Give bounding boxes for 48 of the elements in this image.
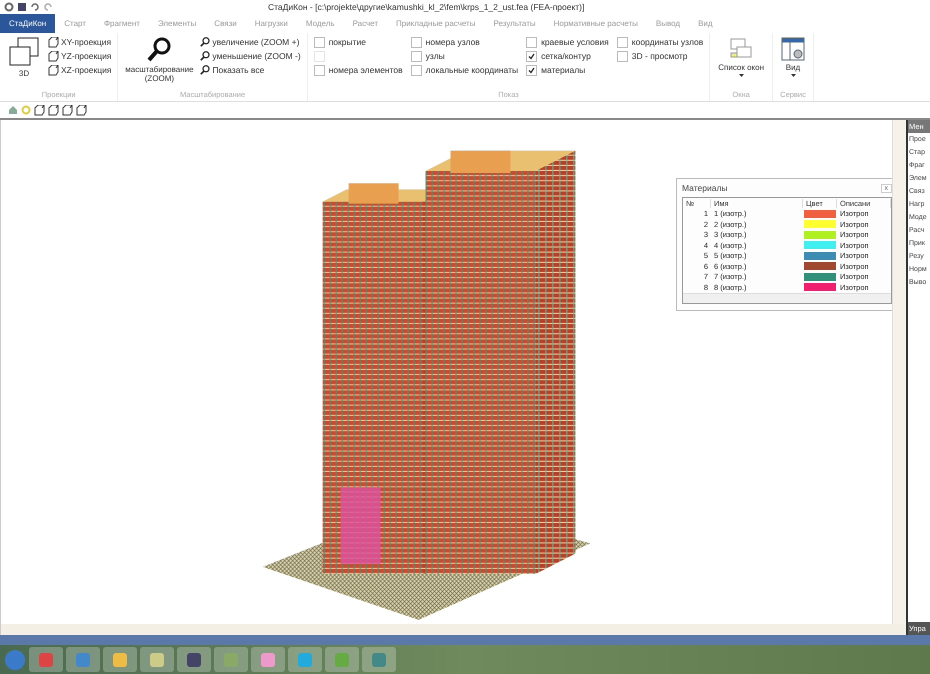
layout-icon[interactable] xyxy=(781,37,805,61)
checkbox-option[interactable]: узлы xyxy=(410,49,518,63)
save-icon[interactable] xyxy=(17,2,27,12)
cube-icon[interactable] xyxy=(48,64,59,76)
checkbox-option[interactable]: номера узлов xyxy=(410,35,518,49)
cube-icon[interactable] xyxy=(76,104,87,116)
checkbox-option[interactable]: локальные координаты xyxy=(410,63,518,77)
search-icon[interactable] xyxy=(146,37,172,63)
checkbox-option[interactable]: сетка/контур xyxy=(526,49,609,63)
cube-icon[interactable] xyxy=(48,104,59,116)
app-icon[interactable] xyxy=(149,652,165,668)
checkbox-option[interactable]: 3D - просмотр xyxy=(616,49,704,63)
app-icon[interactable] xyxy=(112,652,128,668)
zoom-fit-icon[interactable] xyxy=(200,65,210,75)
ribbon-button[interactable]: XY-проекция xyxy=(48,35,112,49)
ribbon-button[interactable]: увеличение (ZOOM +) xyxy=(200,35,301,49)
checkbox-option[interactable]: координаты узлов xyxy=(616,35,704,49)
zoom-out-icon[interactable] xyxy=(200,51,210,61)
cube-icon[interactable] xyxy=(34,104,45,116)
vertical-scrollbar[interactable] xyxy=(892,120,906,624)
ribbon-button[interactable]: XZ-проекция xyxy=(48,63,112,77)
app-icon[interactable] xyxy=(260,652,276,668)
app-icon[interactable] xyxy=(186,652,202,668)
frames-icon[interactable] xyxy=(8,37,40,67)
window-title: СтаДиКон - [c:\projekte\другие\kamushki_kl_2\fem\krps_1_2_ust.fea (FEA-проект)] xyxy=(268,2,584,12)
ribbon-button[interactable]: уменьшение (ZOOM -) xyxy=(200,49,301,63)
checkbox-option[interactable]: материалы xyxy=(526,63,609,77)
horizontal-scrollbar[interactable] xyxy=(683,292,891,302)
cube-icon[interactable] xyxy=(62,104,73,116)
ribbon-button[interactable]: Показать все xyxy=(200,63,301,77)
home-icon[interactable] xyxy=(8,105,18,115)
ribbon-button[interactable]: масштабирование (ZOOM) xyxy=(124,35,194,85)
ribbon-button[interactable]: Вид xyxy=(779,35,807,79)
checkbox-option[interactable]: номера элементов xyxy=(314,63,403,77)
undo-icon[interactable] xyxy=(30,2,40,12)
panel-title: Материалы xyxy=(682,183,728,193)
cube-icon[interactable] xyxy=(48,36,59,48)
ribbon-tab[interactable]: СтаДиКон xyxy=(0,14,56,33)
app-icon[interactable] xyxy=(371,652,387,668)
checkbox-option[interactable]: краевые условия xyxy=(526,35,609,49)
ribbon-button[interactable]: Список окон xyxy=(716,35,766,79)
zoom-in-icon[interactable] xyxy=(200,37,210,47)
checkbox-option[interactable]: покрытие xyxy=(314,35,403,49)
start-icon[interactable] xyxy=(4,648,26,670)
ribbon-button[interactable]: 3D xyxy=(6,35,42,80)
cube-icon[interactable] xyxy=(48,50,59,62)
horizontal-scrollbar[interactable] xyxy=(1,624,906,635)
ribbon-button[interactable]: YZ-проекция xyxy=(48,49,112,63)
